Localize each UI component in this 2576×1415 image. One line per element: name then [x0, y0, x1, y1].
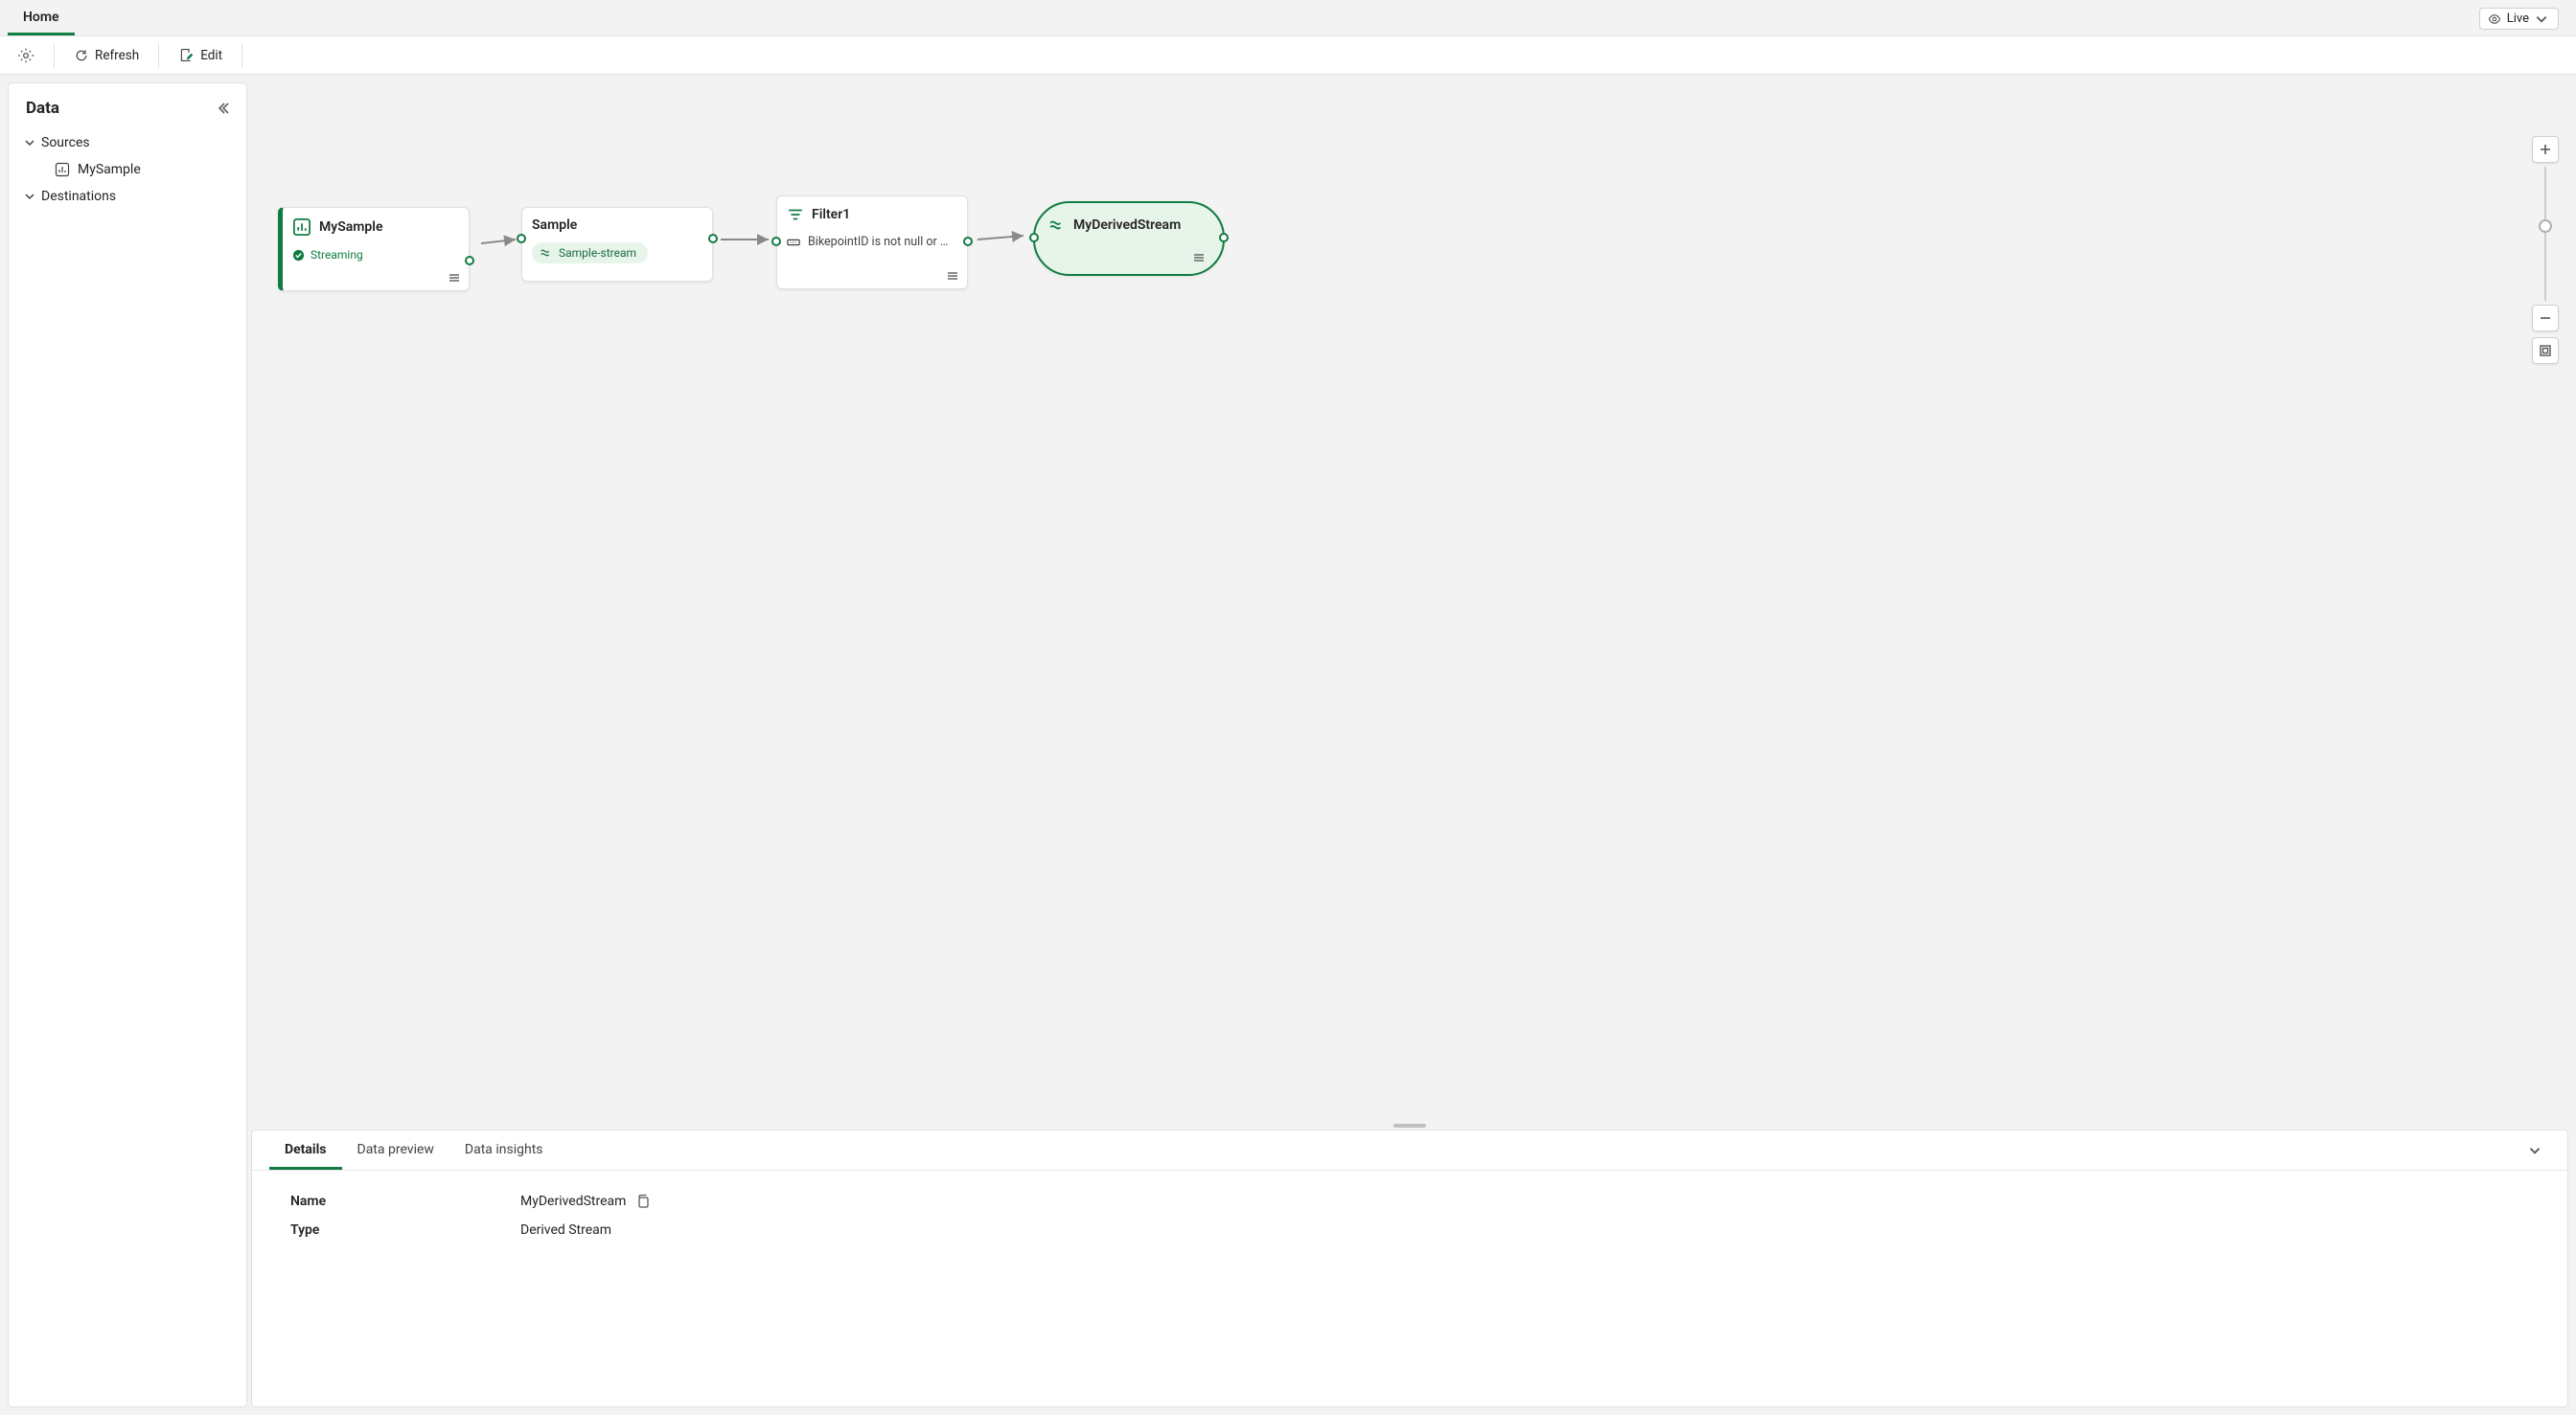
copy-icon[interactable]	[635, 1194, 651, 1209]
node-input-port[interactable]	[771, 237, 781, 246]
gear-icon	[17, 47, 34, 64]
live-mode-selector[interactable]: Live	[2479, 8, 2559, 30]
tab-data-preview[interactable]: Data preview	[342, 1130, 449, 1170]
edit-icon	[178, 47, 195, 63]
node-output-port[interactable]	[465, 256, 474, 265]
chart-icon	[55, 162, 70, 177]
node-input-port[interactable]	[1029, 233, 1039, 242]
chevron-down-icon	[24, 137, 35, 148]
tree-item-mysample[interactable]: MySample	[12, 156, 242, 183]
node-output-port[interactable]	[963, 237, 973, 246]
zoom-controls	[2532, 136, 2559, 364]
chevron-down-icon	[2535, 12, 2548, 26]
data-sidebar: Data Sources	[8, 82, 247, 1407]
toolbar-separator	[54, 43, 55, 68]
node-title: Filter1	[812, 207, 850, 222]
ribbon-tab-strip: Home Live	[0, 0, 2576, 36]
tree-section-destinations[interactable]: Destinations	[12, 183, 242, 210]
node-title: MySample	[319, 219, 382, 235]
details-label: Name	[290, 1194, 520, 1209]
bottom-tabs: Details Data preview Data insights	[252, 1130, 2567, 1171]
splitter-handle[interactable]	[1393, 1124, 1426, 1128]
refresh-label: Refresh	[95, 48, 139, 63]
node-mysample[interactable]: MySample Streaming	[278, 207, 470, 291]
sidebar-title: Data	[26, 99, 59, 118]
refresh-button[interactable]: Refresh	[64, 42, 149, 69]
node-input-port[interactable]	[517, 234, 526, 243]
bottom-panel: Details Data preview Data insights Name …	[251, 1130, 2568, 1407]
filter-rule-text: BikepointID is not null or e…	[808, 235, 952, 249]
node-menu-icon[interactable]	[946, 269, 959, 283]
node-title: Sample	[532, 217, 577, 233]
stream-icon	[540, 246, 553, 260]
zoom-slider-handle[interactable]	[2539, 219, 2552, 233]
details-label: Type	[290, 1222, 520, 1238]
details-value-name: MyDerivedStream	[520, 1194, 626, 1209]
tree-section-sources[interactable]: Sources	[12, 129, 242, 156]
details-row-name: Name MyDerivedStream	[290, 1194, 2529, 1209]
node-myderivedstream[interactable]: MyDerivedStream	[1033, 201, 1225, 276]
stream-icon	[1048, 217, 1066, 234]
tab-details[interactable]: Details	[269, 1130, 342, 1170]
zoom-in-button[interactable]	[2532, 136, 2559, 163]
node-output-port[interactable]	[1219, 233, 1229, 242]
node-title: MyDerivedStream	[1073, 217, 1181, 233]
collapse-panel-button[interactable]	[2519, 1135, 2550, 1166]
node-status: Streaming	[310, 248, 363, 262]
filter-icon	[787, 206, 804, 223]
eye-icon	[2488, 12, 2501, 26]
tree-item-label: MySample	[78, 162, 141, 177]
edit-button[interactable]: Edit	[169, 41, 232, 69]
zoom-slider-track[interactable]	[2544, 167, 2546, 301]
tree-section-label: Sources	[41, 135, 90, 150]
zoom-fit-button[interactable]	[2532, 337, 2559, 364]
node-sample[interactable]: Sample Sample-stream	[521, 207, 713, 282]
app-root: Home Live	[0, 0, 2576, 1415]
panel-splitter[interactable]	[251, 1122, 2568, 1130]
zoom-out-button[interactable]	[2532, 305, 2559, 331]
details-value-type: Derived Stream	[520, 1222, 611, 1238]
edit-label: Edit	[200, 48, 222, 63]
node-menu-icon[interactable]	[1192, 251, 1206, 264]
node-menu-icon[interactable]	[448, 271, 461, 285]
node-output-port[interactable]	[708, 234, 718, 243]
chart-icon	[292, 217, 311, 237]
stream-chip[interactable]: Sample-stream	[532, 242, 648, 263]
toolbar-separator	[158, 43, 159, 68]
flow-canvas[interactable]: MySample Streaming	[251, 82, 2568, 1122]
refresh-icon	[74, 48, 89, 63]
toolbar: Refresh Edit	[0, 36, 2576, 75]
live-label: Live	[2507, 11, 2529, 26]
check-circle-icon	[292, 249, 305, 262]
node-filter1[interactable]: Filter1 BikepointID is not null or e…	[776, 195, 968, 289]
chevron-down-icon	[24, 191, 35, 202]
tab-data-insights[interactable]: Data insights	[449, 1130, 559, 1170]
canvas-wrap: MySample Streaming	[251, 82, 2568, 1407]
rule-icon	[787, 237, 800, 248]
body: Data Sources	[0, 75, 2576, 1415]
ribbon-tab-home[interactable]: Home	[8, 2, 75, 35]
tree-section-label: Destinations	[41, 189, 116, 204]
details-row-type: Type Derived Stream	[290, 1222, 2529, 1238]
settings-button[interactable]	[8, 41, 44, 70]
collapse-sidebar-button[interactable]	[216, 101, 231, 116]
chip-label: Sample-stream	[559, 246, 636, 260]
details-content: Name MyDerivedStream Typ	[252, 1171, 2567, 1274]
